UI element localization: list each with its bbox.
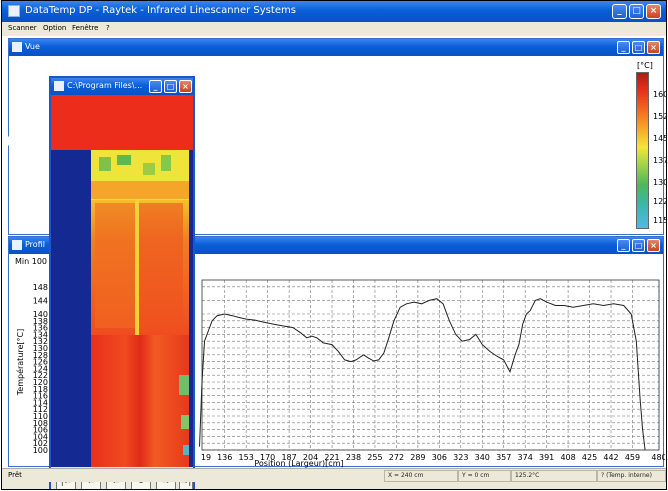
thermal-maximize-button[interactable]: □ bbox=[164, 80, 177, 93]
status-y: Y = 0 cm bbox=[458, 470, 511, 482]
arrow-icon bbox=[6, 130, 45, 152]
vue-minimize-button[interactable]: _ bbox=[617, 41, 630, 54]
status-temperature: 125.2°C bbox=[511, 470, 597, 482]
colorbar-tick: 160 bbox=[653, 90, 667, 99]
vue-maximize-button[interactable]: □ bbox=[632, 41, 645, 54]
vue-title-bar[interactable]: Vue _ □ × bbox=[9, 39, 663, 56]
status-ready: Prêt bbox=[8, 471, 22, 479]
colorbar-unit: [°C] bbox=[637, 61, 653, 70]
x-tick-label: 19 bbox=[201, 453, 211, 462]
x-tick-label: 221 bbox=[324, 453, 339, 462]
colorbar-tick: 152 bbox=[653, 112, 667, 121]
close-icon: × bbox=[182, 82, 189, 91]
colorbar-tick: 130 bbox=[653, 178, 667, 187]
y-tick-label: 144 bbox=[33, 296, 48, 305]
minimize-icon: _ bbox=[617, 6, 622, 16]
minimize-icon: _ bbox=[153, 82, 158, 91]
thermal-close-button[interactable]: × bbox=[179, 80, 192, 93]
vue-close-button[interactable]: × bbox=[647, 41, 660, 54]
x-tick-label: 170 bbox=[260, 453, 275, 462]
x-tick-label: 306 bbox=[432, 453, 447, 462]
plot-frame bbox=[201, 279, 660, 451]
menu-bar: Scanner Option Fenêtre ? bbox=[2, 22, 666, 36]
x-tick-label: 357 bbox=[496, 453, 511, 462]
colorbar-tick: 122 bbox=[653, 197, 667, 206]
minimize-button[interactable]: _ bbox=[612, 4, 627, 19]
temperature-colorbar bbox=[636, 72, 649, 229]
x-tick-label: 408 bbox=[560, 453, 575, 462]
x-tick-label: 204 bbox=[303, 453, 318, 462]
x-tick-label: 459 bbox=[625, 453, 640, 462]
maximize-icon: □ bbox=[632, 6, 641, 16]
menu-option[interactable]: Option bbox=[43, 24, 66, 32]
minimize-icon: _ bbox=[621, 43, 626, 52]
x-tick-label: 323 bbox=[453, 453, 468, 462]
x-tick-label: 340 bbox=[475, 453, 490, 462]
maximize-icon: □ bbox=[634, 43, 643, 52]
x-tick-label: 391 bbox=[539, 453, 554, 462]
close-icon: × bbox=[650, 43, 657, 52]
app-title: DataTemp DP - Raytek - Infrared Linescan… bbox=[25, 5, 296, 16]
x-tick-label: 136 bbox=[217, 453, 232, 462]
y-axis-label: Température[°C] bbox=[15, 329, 25, 397]
mdi-workspace: Vue _ □ × [°C] 160 152 145 137 130 122 1… bbox=[2, 36, 667, 489]
maximize-icon: □ bbox=[166, 82, 175, 91]
close-icon: × bbox=[649, 6, 658, 16]
x-tick-label: 255 bbox=[367, 453, 382, 462]
scan-line-arrow bbox=[6, 130, 45, 152]
title-bar[interactable]: DataTemp DP - Raytek - Infrared Linescan… bbox=[2, 1, 666, 22]
status-bar: Prêt X = 240 cm Y = 0 cm 125.2°C ? (Temp… bbox=[2, 468, 666, 482]
x-tick-label: 374 bbox=[518, 453, 533, 462]
x-tick-label: 153 bbox=[239, 453, 254, 462]
colorbar-tick: 115 bbox=[653, 216, 667, 225]
colorbar-tick: 145 bbox=[653, 134, 667, 143]
menu-help[interactable]: ? bbox=[106, 24, 110, 32]
x-tick-label: 442 bbox=[603, 453, 618, 462]
status-x: X = 240 cm bbox=[384, 470, 458, 482]
menu-fenetre[interactable]: Fenêtre bbox=[72, 24, 98, 32]
colorbar-tick: 137 bbox=[653, 156, 667, 165]
close-button[interactable]: × bbox=[646, 4, 661, 19]
x-tick-label: 480 bbox=[651, 453, 665, 462]
menu-scanner[interactable]: Scanner bbox=[8, 24, 37, 32]
y-tick-label: 140 bbox=[33, 310, 48, 319]
x-tick-label: 425 bbox=[582, 453, 597, 462]
status-mode: ? (Temp. interne) bbox=[597, 470, 666, 482]
x-tick-label: 187 bbox=[281, 453, 296, 462]
profile-series-line bbox=[199, 298, 646, 451]
x-tick-label: 289 bbox=[410, 453, 425, 462]
application-window: DataTemp DP - Raytek - Infrared Linescan… bbox=[1, 0, 667, 490]
y-tick-label: 148 bbox=[33, 283, 48, 292]
thermal-minimize-button[interactable]: _ bbox=[149, 80, 162, 93]
x-tick-label: 272 bbox=[389, 453, 404, 462]
maximize-button[interactable]: □ bbox=[629, 4, 644, 19]
app-icon bbox=[8, 5, 20, 17]
x-tick-label: 238 bbox=[346, 453, 361, 462]
